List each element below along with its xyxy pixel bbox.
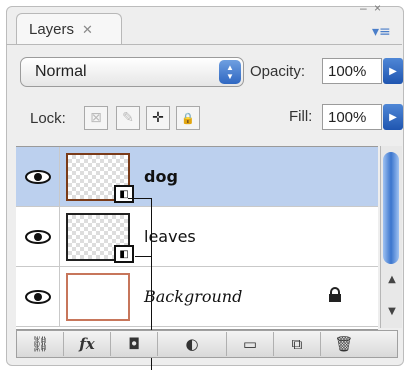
eye-icon (24, 169, 51, 184)
brush-lock-icon: ✎ (122, 110, 134, 126)
lock-label: Lock: (30, 110, 66, 127)
fill-label: Fill: (289, 108, 313, 125)
layer-thumbnail: ◧ (66, 213, 134, 263)
layer-row-leaves[interactable]: ◧ leaves (16, 207, 378, 267)
scroll-up-icon[interactable]: ▲ (385, 274, 399, 288)
tab-layers[interactable]: Layers ✕ (16, 13, 122, 45)
layers-list: ◧ dog ◧ leaves Background (16, 146, 378, 330)
visibility-toggle[interactable] (16, 147, 60, 206)
opacity-input[interactable]: 100% (322, 58, 382, 84)
add-layer-style-button[interactable]: fx (64, 332, 111, 356)
new-group-folder-icon: ▭ (242, 335, 258, 353)
close-icon[interactable]: × (374, 1, 381, 15)
new-adjustment-layer-button[interactable]: ◐ (158, 332, 227, 356)
move-lock-icon: ✛ (152, 110, 164, 126)
layer-row-background[interactable]: Background (16, 267, 378, 327)
layer-name[interactable]: dog (144, 167, 178, 186)
layers-scrollbar[interactable]: ▲ ▼ (380, 146, 402, 328)
tab-close-icon[interactable]: ✕ (82, 22, 93, 38)
link-layers-button[interactable]: ⛓ (17, 332, 64, 356)
lock-position-button[interactable]: ✛ (146, 106, 170, 130)
smart-object-icon: ◧ (114, 245, 134, 263)
lock-image-button[interactable]: ✎ (116, 106, 140, 130)
link-layers-icon: ⛓ (30, 335, 50, 353)
layer-mask-icon: ◘ (128, 335, 140, 353)
fill-input[interactable]: 100% (322, 104, 382, 130)
padlock-icon: 🔒 (181, 111, 195, 125)
new-layer-button[interactable]: ⧉ (274, 332, 321, 356)
padlock-icon (329, 287, 341, 302)
eye-icon (24, 229, 51, 244)
blend-mode-value: Normal (35, 63, 87, 80)
add-layer-mask-button[interactable]: ◘ (111, 332, 158, 356)
new-group-button[interactable]: ▭ (227, 332, 274, 356)
window-controls: – × (356, 2, 381, 14)
lock-all-button[interactable]: 🔒 (176, 106, 200, 130)
transparent-pixels-lock-icon: ⊠ (90, 110, 102, 126)
delete-layer-button[interactable]: 🗑 (321, 332, 367, 356)
layer-name[interactable]: Background (144, 287, 242, 306)
layer-style-fx-icon: fx (79, 335, 95, 353)
tab-label: Layers (29, 21, 75, 38)
select-arrows-icon: ▲ ▼ (219, 60, 241, 84)
trash-icon: 🗑 (334, 335, 354, 353)
opacity-label: Opacity: (250, 63, 306, 80)
scroll-down-icon[interactable]: ▼ (385, 306, 399, 320)
callout-line (135, 256, 151, 257)
opacity-slider-button[interactable]: ▶ (383, 58, 403, 84)
lock-transparent-button[interactable]: ⊠ (84, 106, 108, 130)
visibility-toggle[interactable] (16, 267, 60, 326)
tab-divider (6, 44, 402, 45)
callout-line (128, 198, 152, 199)
layers-bottom-toolbar: ⛓ fx ◘ ◐ ▭ ⧉ 🗑 (16, 330, 398, 358)
layer-row-dog[interactable]: ◧ dog (16, 147, 378, 207)
layer-thumbnail: ◧ (66, 153, 134, 203)
adjustment-layer-icon: ◐ (185, 335, 199, 353)
minimize-icon[interactable]: – (360, 1, 367, 15)
visibility-toggle[interactable] (16, 207, 60, 266)
new-layer-icon: ⧉ (291, 335, 303, 353)
panel-menu-icon[interactable]: ▾≡ (372, 24, 396, 44)
blend-mode-select[interactable]: Normal ▲ ▼ (20, 57, 244, 87)
fill-slider-button[interactable]: ▶ (383, 104, 403, 130)
scrollbar-thumb[interactable] (383, 152, 399, 264)
layer-thumbnail (66, 273, 130, 321)
smart-object-icon: ◧ (114, 185, 134, 203)
eye-icon (24, 289, 51, 304)
